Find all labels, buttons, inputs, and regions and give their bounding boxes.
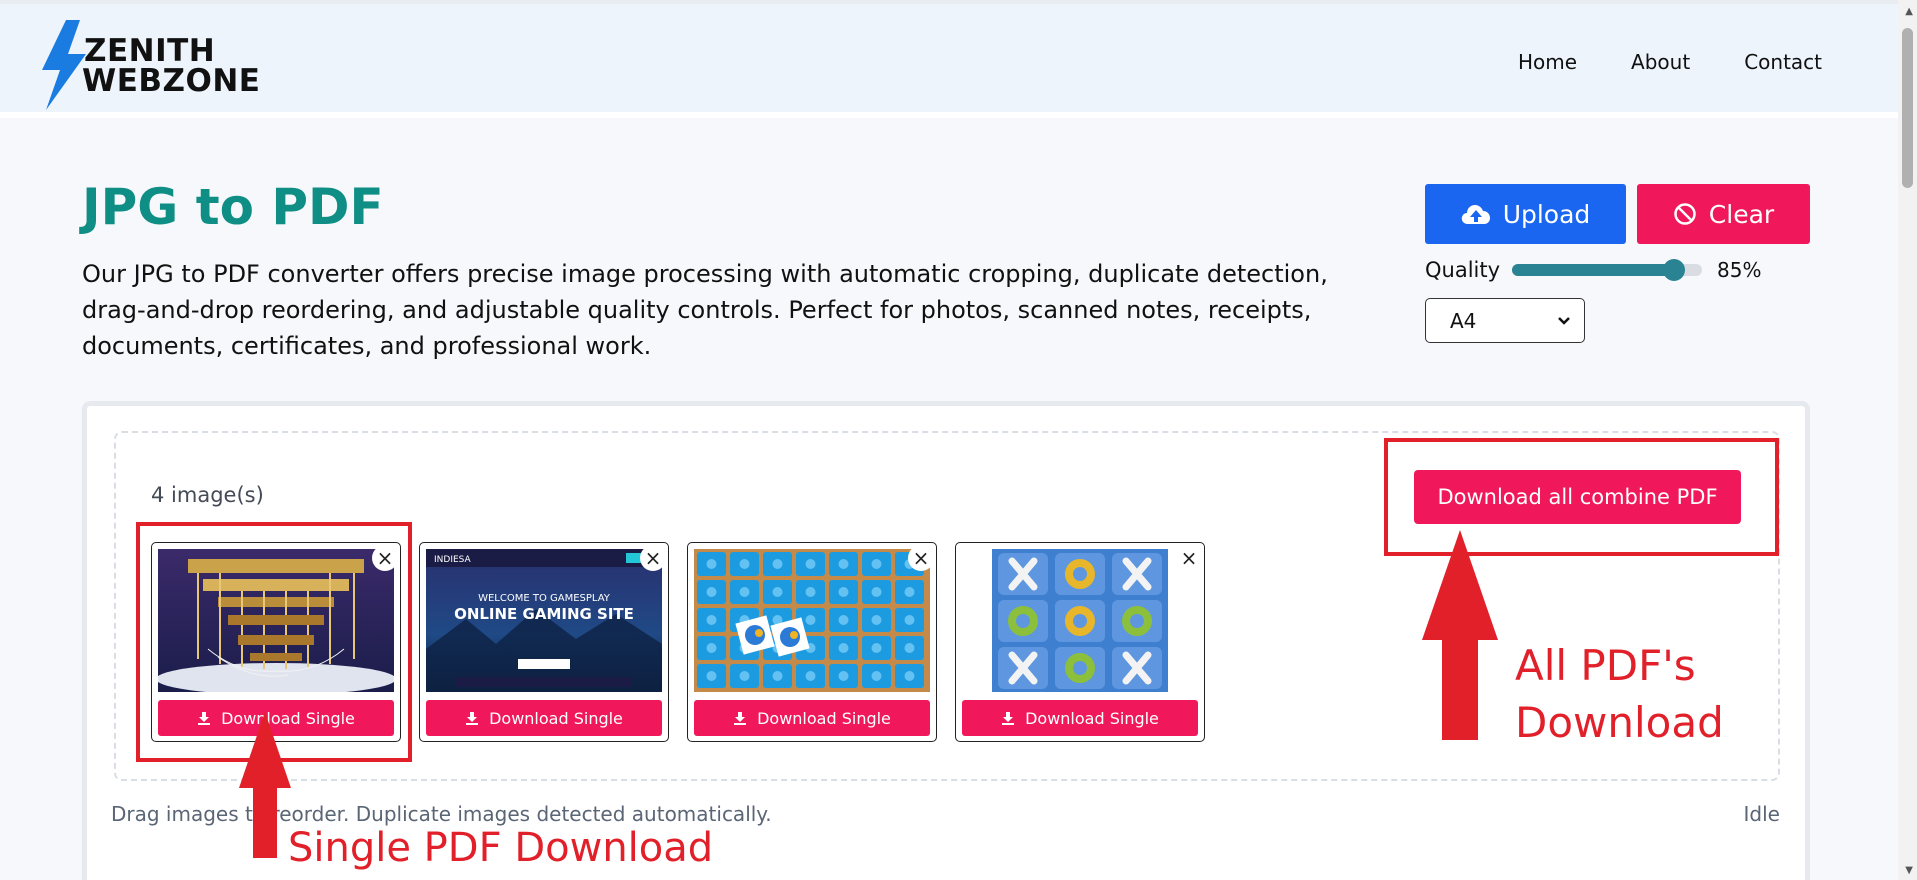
nav-contact-link[interactable]: Contact <box>1744 50 1822 74</box>
download-icon <box>1002 712 1015 725</box>
cloud-upload-icon <box>1461 205 1490 224</box>
ban-icon <box>1674 203 1696 225</box>
close-icon: × <box>1180 546 1198 570</box>
page-size-select[interactable]: A4 <box>1425 298 1585 343</box>
quality-slider[interactable] <box>1512 259 1702 281</box>
page-size-value: A4 <box>1450 308 1477 333</box>
download-single-button[interactable]: Download Single <box>962 700 1198 736</box>
annotation-arrow-up-small-icon <box>239 712 291 858</box>
image-count: 4 image(s) <box>151 483 264 507</box>
page-scrollbar[interactable]: ▲ ▼ <box>1898 0 1917 880</box>
annotation-arrow-up-icon <box>1422 530 1498 740</box>
scroll-up-arrow-icon[interactable]: ▲ <box>1905 6 1913 17</box>
page-description: Our JPG to PDF converter offers precise … <box>82 260 1328 360</box>
close-icon: × <box>644 546 662 570</box>
annotation-all-download-line2: Download <box>1515 698 1724 747</box>
download-icon <box>734 712 747 725</box>
image-card[interactable]: INDIESA WELCOME TO GAMESPLAY ONLINE GAMI… <box>419 542 669 742</box>
download-single-button[interactable]: Download Single <box>426 700 662 736</box>
main-nav: Home About Contact <box>1518 50 1822 74</box>
nav-home-link[interactable]: Home <box>1518 50 1577 74</box>
image-card[interactable]: × Download Single <box>687 542 937 742</box>
remove-image-button[interactable]: × <box>1176 545 1202 571</box>
quality-slider-fill <box>1512 264 1674 276</box>
status-text: Idle <box>1743 802 1780 826</box>
thumbnail-memory-game <box>694 549 930 692</box>
close-icon: × <box>912 546 930 570</box>
thumbnail-tic-tac-toe <box>962 549 1198 692</box>
brand-logo[interactable]: ZENITH WEBZONE <box>40 20 260 110</box>
brand-line2: WEBZONE <box>82 63 261 99</box>
quality-value: 85% <box>1717 258 1762 282</box>
download-single-label: Download Single <box>1025 708 1159 728</box>
thumb-welcome-text: WELCOME TO GAMESPLAY <box>478 593 611 604</box>
download-single-label: Download Single <box>489 708 623 728</box>
thumb-site-name: INDIESA <box>434 555 472 565</box>
annotation-single-download: Single PDF Download <box>288 825 714 871</box>
annotation-all-download-line1: All PDF's <box>1515 641 1696 690</box>
scrollbar-thumb[interactable] <box>1902 28 1913 188</box>
download-single-label: Download Single <box>757 708 891 728</box>
upload-button-label: Upload <box>1502 199 1591 229</box>
navbar: ZENITH WEBZONE Home About Contact <box>0 4 1898 118</box>
image-card[interactable]: × Download Single <box>955 542 1205 742</box>
nav-about-link[interactable]: About <box>1631 50 1690 74</box>
brand-line1: ZENITH <box>84 33 216 69</box>
quality-label: Quality <box>1425 258 1501 282</box>
quality-slider-thumb[interactable] <box>1662 259 1685 281</box>
upload-button[interactable]: Upload <box>1425 184 1626 244</box>
remove-image-button[interactable]: × <box>908 545 934 571</box>
brand-name: ZENITH WEBZONE <box>82 33 261 99</box>
thumb-headline-text: ONLINE GAMING SITE <box>454 605 634 623</box>
page-title: JPG to PDF <box>82 178 384 236</box>
remove-image-button[interactable]: × <box>640 545 666 571</box>
clear-button-label: Clear <box>1708 199 1775 229</box>
download-single-button[interactable]: Download Single <box>694 700 930 736</box>
download-icon <box>466 712 479 725</box>
clear-button[interactable]: Clear <box>1637 184 1810 244</box>
thumbnail-gaming-site: INDIESA WELCOME TO GAMESPLAY ONLINE GAMI… <box>426 549 662 692</box>
chevron-down-icon <box>1558 317 1570 325</box>
scroll-down-arrow-icon[interactable]: ▼ <box>1905 865 1913 876</box>
